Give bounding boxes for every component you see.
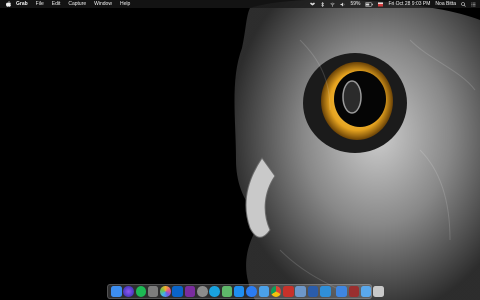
maps-icon[interactable]	[221, 286, 233, 297]
app-store-icon[interactable]	[246, 286, 257, 297]
menu-user[interactable]: Noa Bitta	[435, 0, 456, 8]
spotify-icon[interactable]	[135, 286, 147, 297]
skype-icon[interactable]	[209, 286, 220, 297]
photos-icon[interactable]	[160, 286, 171, 297]
xcode-icon[interactable]	[233, 286, 245, 297]
preview-icon[interactable]	[295, 286, 306, 297]
onenote-icon[interactable]	[184, 286, 196, 297]
menu-app-name[interactable]: Grab	[16, 0, 28, 8]
menu-clock[interactable]: Fri Oct 28 9:03 PM	[388, 0, 430, 8]
menu-window[interactable]: Window	[94, 0, 112, 8]
documents-folder-icon[interactable]	[360, 286, 372, 297]
activity-monitor-icon[interactable]	[147, 286, 159, 297]
trash-icon[interactable]	[373, 286, 384, 297]
bluetooth-icon[interactable]	[320, 1, 325, 7]
dropbox-icon[interactable]	[310, 2, 316, 7]
apple-menu-icon[interactable]	[5, 0, 11, 8]
outlook-icon[interactable]	[172, 286, 183, 297]
siri-icon[interactable]	[123, 286, 134, 297]
chrome-icon[interactable]	[270, 286, 282, 297]
flag-icon[interactable]	[378, 2, 384, 7]
vs-code-icon[interactable]	[320, 286, 331, 297]
flash-icon[interactable]	[283, 286, 294, 297]
spotlight-search-icon[interactable]	[461, 1, 466, 7]
menu-capture[interactable]: Capture	[68, 0, 86, 8]
menu-bar: Grab File Edit Capture Window Help 59% F…	[0, 0, 480, 8]
battery-percent: 59%	[350, 1, 361, 7]
word-icon[interactable]	[307, 286, 319, 297]
notification-center-icon[interactable]	[471, 2, 476, 7]
menu-help[interactable]: Help	[120, 0, 130, 8]
owl-eye-highlight	[342, 80, 362, 114]
status-area: 59% Fri Oct 28 9:03 PM Noa Bitta	[305, 0, 480, 8]
wifi-icon[interactable]	[330, 2, 336, 7]
menu-file[interactable]: File	[36, 0, 44, 8]
stack-icon[interactable]	[348, 286, 360, 297]
menu-edit[interactable]: Edit	[52, 0, 61, 8]
folder-icon[interactable]	[258, 286, 270, 297]
finder-icon[interactable]	[111, 286, 122, 297]
volume-icon[interactable]	[340, 2, 345, 7]
settings-icon[interactable]	[197, 286, 208, 297]
desktop-wallpaper	[0, 0, 480, 300]
dock	[107, 284, 384, 299]
battery-icon[interactable]	[365, 2, 374, 7]
downloads-icon[interactable]	[336, 286, 347, 297]
